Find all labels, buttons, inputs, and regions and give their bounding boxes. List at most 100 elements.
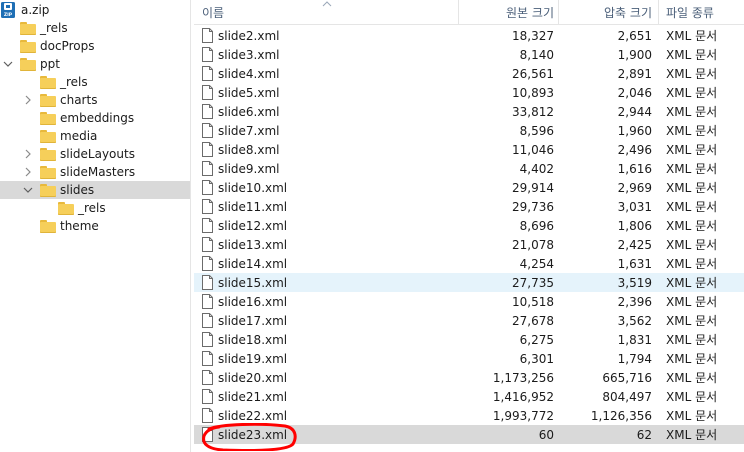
original-size-cell: 21,078 <box>460 235 554 254</box>
chevron-right-icon[interactable] <box>22 91 34 109</box>
original-size: 1,173,256 <box>492 370 554 385</box>
column-separator[interactable] <box>658 0 659 24</box>
file-row[interactable]: slide18.xml 6,275 1,831 XML 문서 <box>194 330 744 349</box>
tree-node-label: _rels <box>40 21 68 35</box>
compressed-size: 2,496 <box>617 142 652 157</box>
tree-node-slidemasters[interactable]: slideMasters <box>0 163 190 181</box>
file-icon <box>202 237 213 252</box>
folder-tree-pane: ZIP a.zip _rels docProps ppt _rels charts emb… <box>0 0 190 452</box>
tree-node-ppt[interactable]: ppt <box>0 55 190 73</box>
file-type: XML 문서 <box>666 143 718 157</box>
folder-icon <box>40 147 56 161</box>
file-row[interactable]: slide20.xml 1,173,256 665,716 XML 문서 <box>194 368 744 387</box>
file-type-cell: XML 문서 <box>666 178 744 197</box>
column-header-original-size[interactable]: 원본 크기 <box>460 0 554 24</box>
file-name: slide2.xml <box>218 28 280 43</box>
file-row[interactable]: slide6.xml 33,812 2,944 XML 문서 <box>194 102 744 121</box>
column-separator[interactable] <box>458 0 459 24</box>
tree-node-ppt-rels[interactable]: _rels <box>0 73 190 91</box>
tree-node-media[interactable]: media <box>0 127 190 145</box>
file-row[interactable]: slide19.xml 6,301 1,794 XML 문서 <box>194 349 744 368</box>
file-type: XML 문서 <box>666 257 718 271</box>
file-type: XML 문서 <box>666 314 718 328</box>
file-type: XML 문서 <box>666 371 718 385</box>
file-row[interactable]: slide16.xml 10,518 2,396 XML 문서 <box>194 292 744 311</box>
file-name-cell: slide9.xml <box>202 159 458 178</box>
original-size-cell: 6,275 <box>460 330 554 349</box>
file-row[interactable]: slide12.xml 8,696 1,806 XML 문서 <box>194 216 744 235</box>
tree-node-slides-rels[interactable]: _rels <box>0 199 190 217</box>
file-name: slide6.xml <box>218 104 280 119</box>
file-type-cell: XML 문서 <box>666 235 744 254</box>
pane-divider[interactable] <box>190 0 191 452</box>
folder-icon <box>20 39 36 53</box>
compressed-size-cell: 62 <box>556 425 652 444</box>
file-row[interactable]: slide8.xml 11,046 2,496 XML 문서 <box>194 140 744 159</box>
column-header-original-size-label: 원본 크기 <box>506 5 554 20</box>
folder-icon <box>40 93 56 107</box>
file-name-cell: slide21.xml <box>202 387 458 406</box>
tree-node-label: slideMasters <box>60 165 136 179</box>
file-row[interactable]: slide13.xml 21,078 2,425 XML 문서 <box>194 235 744 254</box>
file-type-cell: XML 문서 <box>666 330 744 349</box>
compressed-size: 1,831 <box>617 332 652 347</box>
column-header-compressed-size[interactable]: 압축 크기 <box>556 0 652 24</box>
column-header-type[interactable]: 파일 종류 <box>666 0 744 24</box>
file-name: slide5.xml <box>218 85 280 100</box>
compressed-size-cell: 1,831 <box>556 330 652 349</box>
tree-root-zip[interactable]: ZIP a.zip <box>0 1 190 19</box>
original-size-cell: 18,327 <box>460 26 554 45</box>
chevron-right-icon[interactable] <box>22 145 34 163</box>
compressed-size: 1,126,356 <box>590 408 652 423</box>
tree-node-theme[interactable]: theme <box>0 217 190 235</box>
file-row[interactable]: slide4.xml 26,561 2,891 XML 문서 <box>194 64 744 83</box>
file-icon <box>202 389 213 404</box>
compressed-size: 665,716 <box>602 370 652 385</box>
compressed-size: 2,396 <box>617 294 652 309</box>
file-row[interactable]: slide14.xml 4,254 1,631 XML 문서 <box>194 254 744 273</box>
file-type: XML 문서 <box>666 29 718 43</box>
original-size-cell: 8,596 <box>460 121 554 140</box>
file-row[interactable]: slide15.xml 27,735 3,519 XML 문서 <box>194 273 744 292</box>
file-row[interactable]: slide3.xml 8,140 1,900 XML 문서 <box>194 45 744 64</box>
file-row[interactable]: slide2.xml 18,327 2,651 XML 문서 <box>194 26 744 45</box>
file-row[interactable]: slide5.xml 10,893 2,046 XML 문서 <box>194 83 744 102</box>
file-name-cell: slide16.xml <box>202 292 458 311</box>
file-type: XML 문서 <box>666 48 718 62</box>
file-icon <box>202 66 213 81</box>
compressed-size-cell: 2,651 <box>556 26 652 45</box>
file-name: slide22.xml <box>218 408 288 423</box>
file-row[interactable]: slide10.xml 29,914 2,969 XML 문서 <box>194 178 744 197</box>
file-row[interactable]: slide7.xml 8,596 1,960 XML 문서 <box>194 121 744 140</box>
file-name: slide7.xml <box>218 123 280 138</box>
chevron-right-icon[interactable] <box>22 163 34 181</box>
file-row[interactable]: slide21.xml 1,416,952 804,497 XML 문서 <box>194 387 744 406</box>
file-type-cell: XML 문서 <box>666 159 744 178</box>
original-size: 29,914 <box>512 180 554 195</box>
file-type-cell: XML 문서 <box>666 254 744 273</box>
file-name-cell: slide14.xml <box>202 254 458 273</box>
tree-node-label: _rels <box>78 201 106 215</box>
file-row[interactable]: slide11.xml 29,736 3,031 XML 문서 <box>194 197 744 216</box>
tree-node-rels-root[interactable]: _rels <box>0 19 190 37</box>
compressed-size-cell: 2,046 <box>556 83 652 102</box>
tree-node-slidelayouts[interactable]: slideLayouts <box>0 145 190 163</box>
file-row[interactable]: slide17.xml 27,678 3,562 XML 문서 <box>194 311 744 330</box>
file-name-cell: slide15.xml <box>202 273 458 292</box>
chevron-down-icon[interactable] <box>2 55 14 73</box>
original-size-cell: 4,254 <box>460 254 554 273</box>
chevron-down-icon[interactable] <box>22 181 34 199</box>
column-header-type-label: 파일 종류 <box>666 5 714 20</box>
tree-node-slides[interactable]: slides <box>0 181 190 199</box>
original-size: 27,735 <box>512 275 554 290</box>
file-icon <box>202 275 213 290</box>
compressed-size-cell: 1,616 <box>556 159 652 178</box>
file-row[interactable]: slide9.xml 4,402 1,616 XML 문서 <box>194 159 744 178</box>
file-name: slide8.xml <box>218 142 280 157</box>
tree-node-charts[interactable]: charts <box>0 91 190 109</box>
tree-node-embeddings[interactable]: embeddings <box>0 109 190 127</box>
tree-node-docprops[interactable]: docProps <box>0 37 190 55</box>
